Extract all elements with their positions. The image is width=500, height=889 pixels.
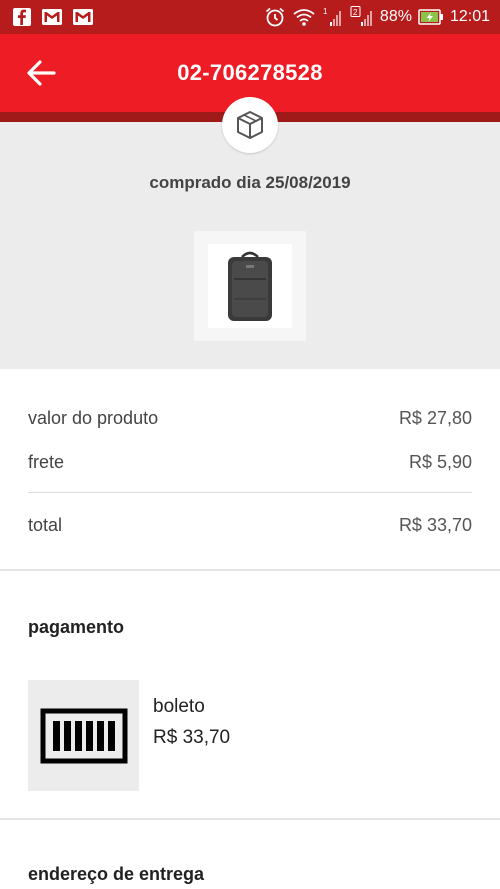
payment-amount: R$ 33,70	[153, 727, 231, 748]
total-label: total	[28, 515, 63, 535]
gmail-icon	[41, 8, 63, 26]
facebook-icon	[12, 7, 32, 27]
shipping-amount: R$ 5,90	[408, 452, 472, 472]
total-amount: R$ 33,70	[398, 515, 472, 535]
signal-sim1-icon: 1	[322, 6, 344, 28]
signal-sim2-icon: 2	[350, 6, 374, 28]
payment-method-card	[28, 680, 139, 791]
system-icons: 1 2 88% 12:01	[264, 6, 490, 28]
battery-percent: 88%	[379, 8, 412, 25]
svg-text:1: 1	[323, 7, 328, 16]
battery-charging-icon	[418, 8, 444, 26]
product-value-amount: R$ 27,80	[398, 408, 472, 428]
section-divider	[0, 569, 500, 571]
package-icon	[237, 111, 263, 139]
svg-text:2: 2	[353, 8, 358, 17]
arrow-left-icon	[27, 60, 56, 86]
total-row: total R$ 33,70	[28, 515, 472, 536]
package-badge	[222, 97, 278, 153]
purchase-date: comprado dia 25/08/2019	[149, 173, 351, 192]
product-image[interactable]	[194, 231, 306, 341]
order-number-title: 02-706278528	[177, 60, 323, 85]
order-header: comprado dia 25/08/2019	[0, 122, 500, 369]
status-bar: 1 2 88% 12:01	[0, 0, 500, 34]
alarm-icon	[264, 6, 286, 28]
wifi-icon	[292, 7, 316, 27]
product-value-label: valor do produto	[28, 408, 159, 428]
notification-icons	[12, 7, 94, 27]
shipping-row: frete R$ 5,90	[28, 452, 472, 473]
payment-method-name: boleto	[153, 696, 205, 717]
gmail-icon	[72, 8, 94, 26]
summary-divider	[28, 492, 472, 493]
clock: 12:01	[449, 8, 490, 25]
shipping-label: frete	[28, 452, 65, 472]
backpack-image	[208, 244, 292, 328]
barcode-icon	[40, 708, 127, 763]
back-button[interactable]	[24, 58, 58, 88]
product-value-row: valor do produto R$ 27,80	[28, 408, 472, 429]
section-divider	[0, 818, 500, 820]
delivery-address-title: endereço de entrega	[28, 864, 205, 884]
payment-section-title: pagamento	[28, 617, 125, 637]
